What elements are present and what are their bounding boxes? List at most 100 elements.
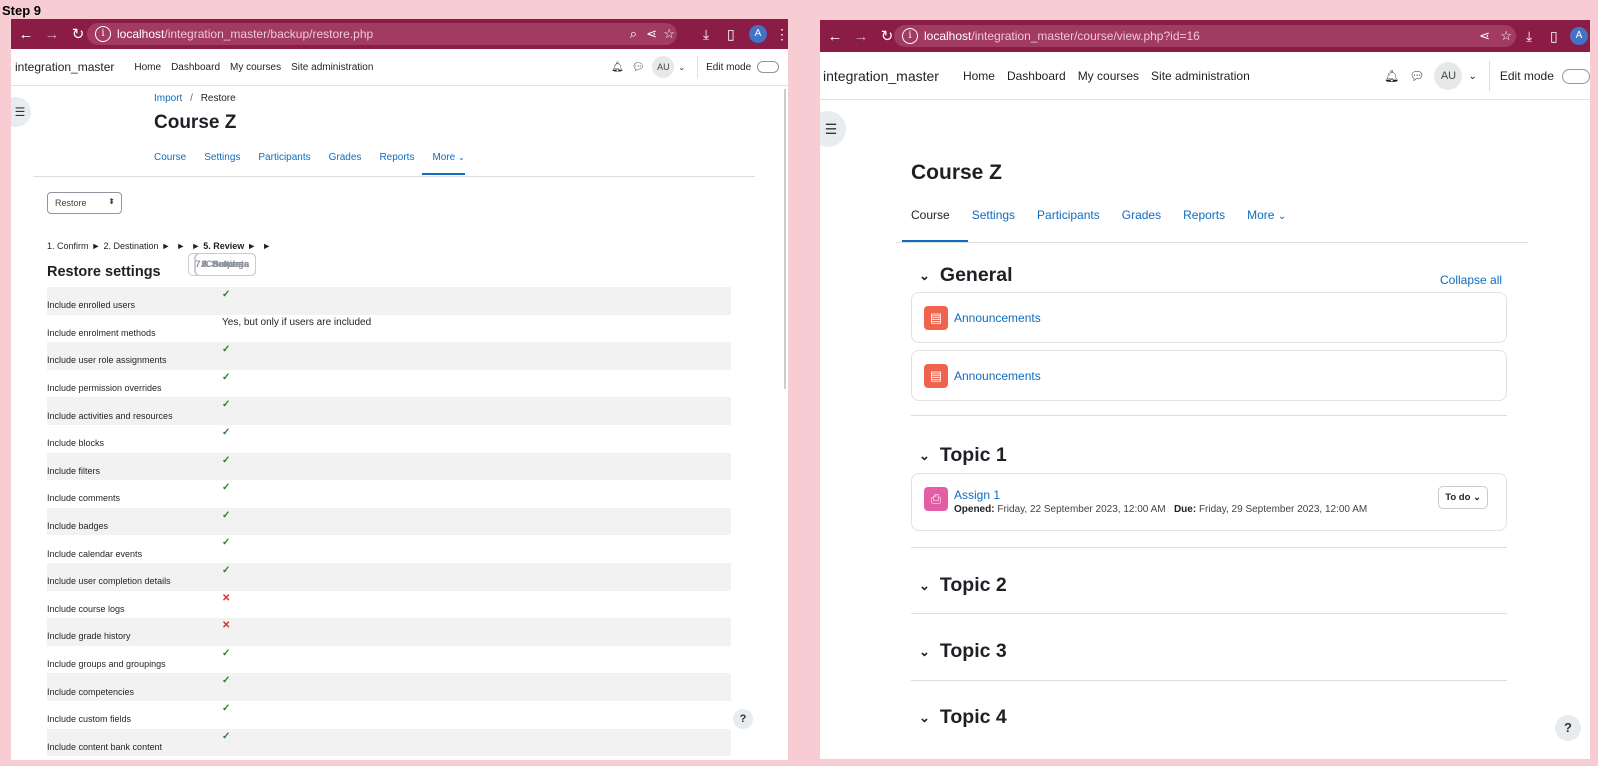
forum-icon: ▤ [924,306,948,330]
side-panel-icon[interactable]: ▯ [727,26,735,43]
user-menu-chevron-icon[interactable]: ⌄ [678,63,685,72]
section-topic-2[interactable]: ⌄ Topic 2 [919,574,1007,597]
nav-home[interactable]: Home [963,69,995,83]
tab-grades[interactable]: Grades [1122,208,1161,222]
activity-dates: Opened: Friday, 22 September 2023, 12:00… [954,504,1367,515]
user-avatar[interactable]: AU [1434,62,1463,90]
todo-dropdown[interactable]: To do ⌄ [1438,486,1488,509]
cross-icon: ✕ [222,592,231,604]
browser-toolbar: ← → ↻ i localhost/integration_master/cou… [820,20,1590,52]
nav-site-admin[interactable]: Site administration [1151,69,1250,83]
check-icon: ✓ [222,399,231,411]
edit-mode-toggle[interactable] [757,61,780,73]
user-menu-chevron-icon[interactable]: ⌄ [1468,71,1476,82]
tab-reports[interactable]: Reports [1183,208,1225,222]
nav-my-courses[interactable]: My courses [230,62,281,73]
collapse-chevron-icon[interactable]: ⌄ [919,710,930,726]
zoom-icon[interactable]: ⌕ [630,26,637,42]
reload-icon[interactable]: ↻ [67,25,89,43]
section-topic-1[interactable]: ⌄ Topic 1 [919,444,1007,467]
download-icon[interactable]: ⤓ [703,26,709,43]
tab-grades[interactable]: Grades [329,152,362,175]
site-info-icon[interactable]: i [902,28,918,44]
notification-bell-icon[interactable]: 🔔︎ [611,62,624,73]
forward-icon[interactable]: → [850,28,872,45]
tab-more[interactable]: More ⌄ [1247,208,1286,222]
course-index-drawer-icon[interactable]: ☰ [11,97,31,127]
check-icon: ✓ [222,426,231,438]
section-topic-4[interactable]: ⌄ Topic 4 [919,706,1007,729]
tab-participants[interactable]: Participants [258,152,310,175]
nav-site-admin[interactable]: Site administration [291,62,373,73]
tab-participants[interactable]: Participants [1037,208,1100,222]
breadcrumb: Import / Restore [154,93,236,104]
bookmark-star-icon[interactable]: ☆ [1500,28,1512,44]
tab-more[interactable]: More ⌄ [422,152,465,175]
collapse-chevron-icon[interactable]: ⌄ [919,644,930,660]
page-title: Course Z [154,112,237,133]
collapse-chevron-icon[interactable]: ⌄ [919,578,930,594]
table-row: Include enrolment methods Yes, but only i… [47,315,731,343]
restore-select[interactable]: Restore [47,192,122,214]
site-brand[interactable]: integration_master [15,60,114,74]
help-button[interactable]: ? [733,709,753,729]
scrollbar[interactable] [784,89,786,389]
profile-avatar[interactable]: A [1570,27,1588,45]
back-icon[interactable]: ← [824,28,846,45]
tab-course[interactable]: Course [154,152,186,175]
breadcrumb-import[interactable]: Import [154,93,182,104]
nav-dashboard[interactable]: Dashboard [1007,69,1066,83]
site-brand[interactable]: integration_master [823,68,939,84]
activity-link[interactable]: Announcements [954,369,1041,383]
messages-icon[interactable]: 💬︎ [1409,69,1424,83]
address-bar[interactable]: i localhost/integration_master/backup/re… [87,23,677,45]
tab-settings[interactable]: Settings [972,208,1015,222]
table-row: Include user role assignments ✓ [47,342,731,370]
collapse-chevron-icon[interactable]: ⌄ [919,448,930,464]
edit-mode-toggle[interactable] [1561,68,1590,84]
url-host: localhost [117,27,165,41]
setting-value: Yes, but only if users are included [222,316,372,328]
notification-bell-icon[interactable]: 🔔︎ [1384,69,1399,83]
forward-icon[interactable]: → [41,26,63,43]
tab-settings[interactable]: Settings [204,152,240,175]
restore-step: 1. Confirm [47,241,89,251]
setting-label: Include grade history [47,631,131,642]
profile-avatar[interactable]: A [749,25,767,43]
section-general[interactable]: ⌄ General [919,264,1013,287]
activity-link[interactable]: Assign 1 [954,488,1000,502]
bookmark-star-icon[interactable]: ☆ [663,26,675,42]
tab-reports[interactable]: Reports [379,152,414,175]
share-icon[interactable]: ⋖ [1479,28,1490,44]
activity-link[interactable]: Announcements [954,311,1041,325]
side-panel-icon[interactable]: ▯ [1550,28,1558,45]
nav-home[interactable]: Home [134,62,161,73]
step-separator: ► [262,241,272,251]
site-info-icon[interactable]: i [95,26,111,42]
collapse-all-link[interactable]: Collapse all [1440,273,1502,287]
messages-icon[interactable]: 💬︎ [632,62,645,73]
share-icon[interactable]: ⋖ [646,26,657,42]
help-button[interactable]: ? [1555,715,1581,741]
setting-label: Include course logs [47,603,125,614]
setting-label: Include user completion details [47,576,171,587]
tab-course[interactable]: Course [911,208,950,222]
check-icon: ✓ [222,371,231,383]
section-topic-3[interactable]: ⌄ Topic 3 [919,640,1007,663]
navbar-right: 🔔︎ 💬︎ AU ⌄ Edit mode [1384,61,1590,91]
section-title: Topic 3 [939,640,1007,662]
user-avatar[interactable]: AU [652,56,675,78]
collapse-chevron-icon[interactable]: ⌄ [919,268,930,284]
nav-my-courses[interactable]: My courses [1078,69,1139,83]
assignment-card: ⎙ Assign 1 Opened: Friday, 22 September … [911,473,1507,531]
setting-label: Include calendar events [47,548,143,559]
address-bar[interactable]: i localhost/integration_master/course/vi… [894,25,1516,47]
nav-dashboard[interactable]: Dashboard [171,62,220,73]
download-icon[interactable]: ⤓ [1526,28,1532,45]
course-index-drawer-icon[interactable]: ☰ [820,111,846,147]
section-divider [911,547,1507,548]
due-date: Friday, 29 September 2023, 12:00 AM [1198,504,1368,515]
cross-icon: ✕ [222,620,231,632]
menu-kebab-icon[interactable]: ⋮ [775,26,788,43]
back-icon[interactable]: ← [15,26,37,43]
